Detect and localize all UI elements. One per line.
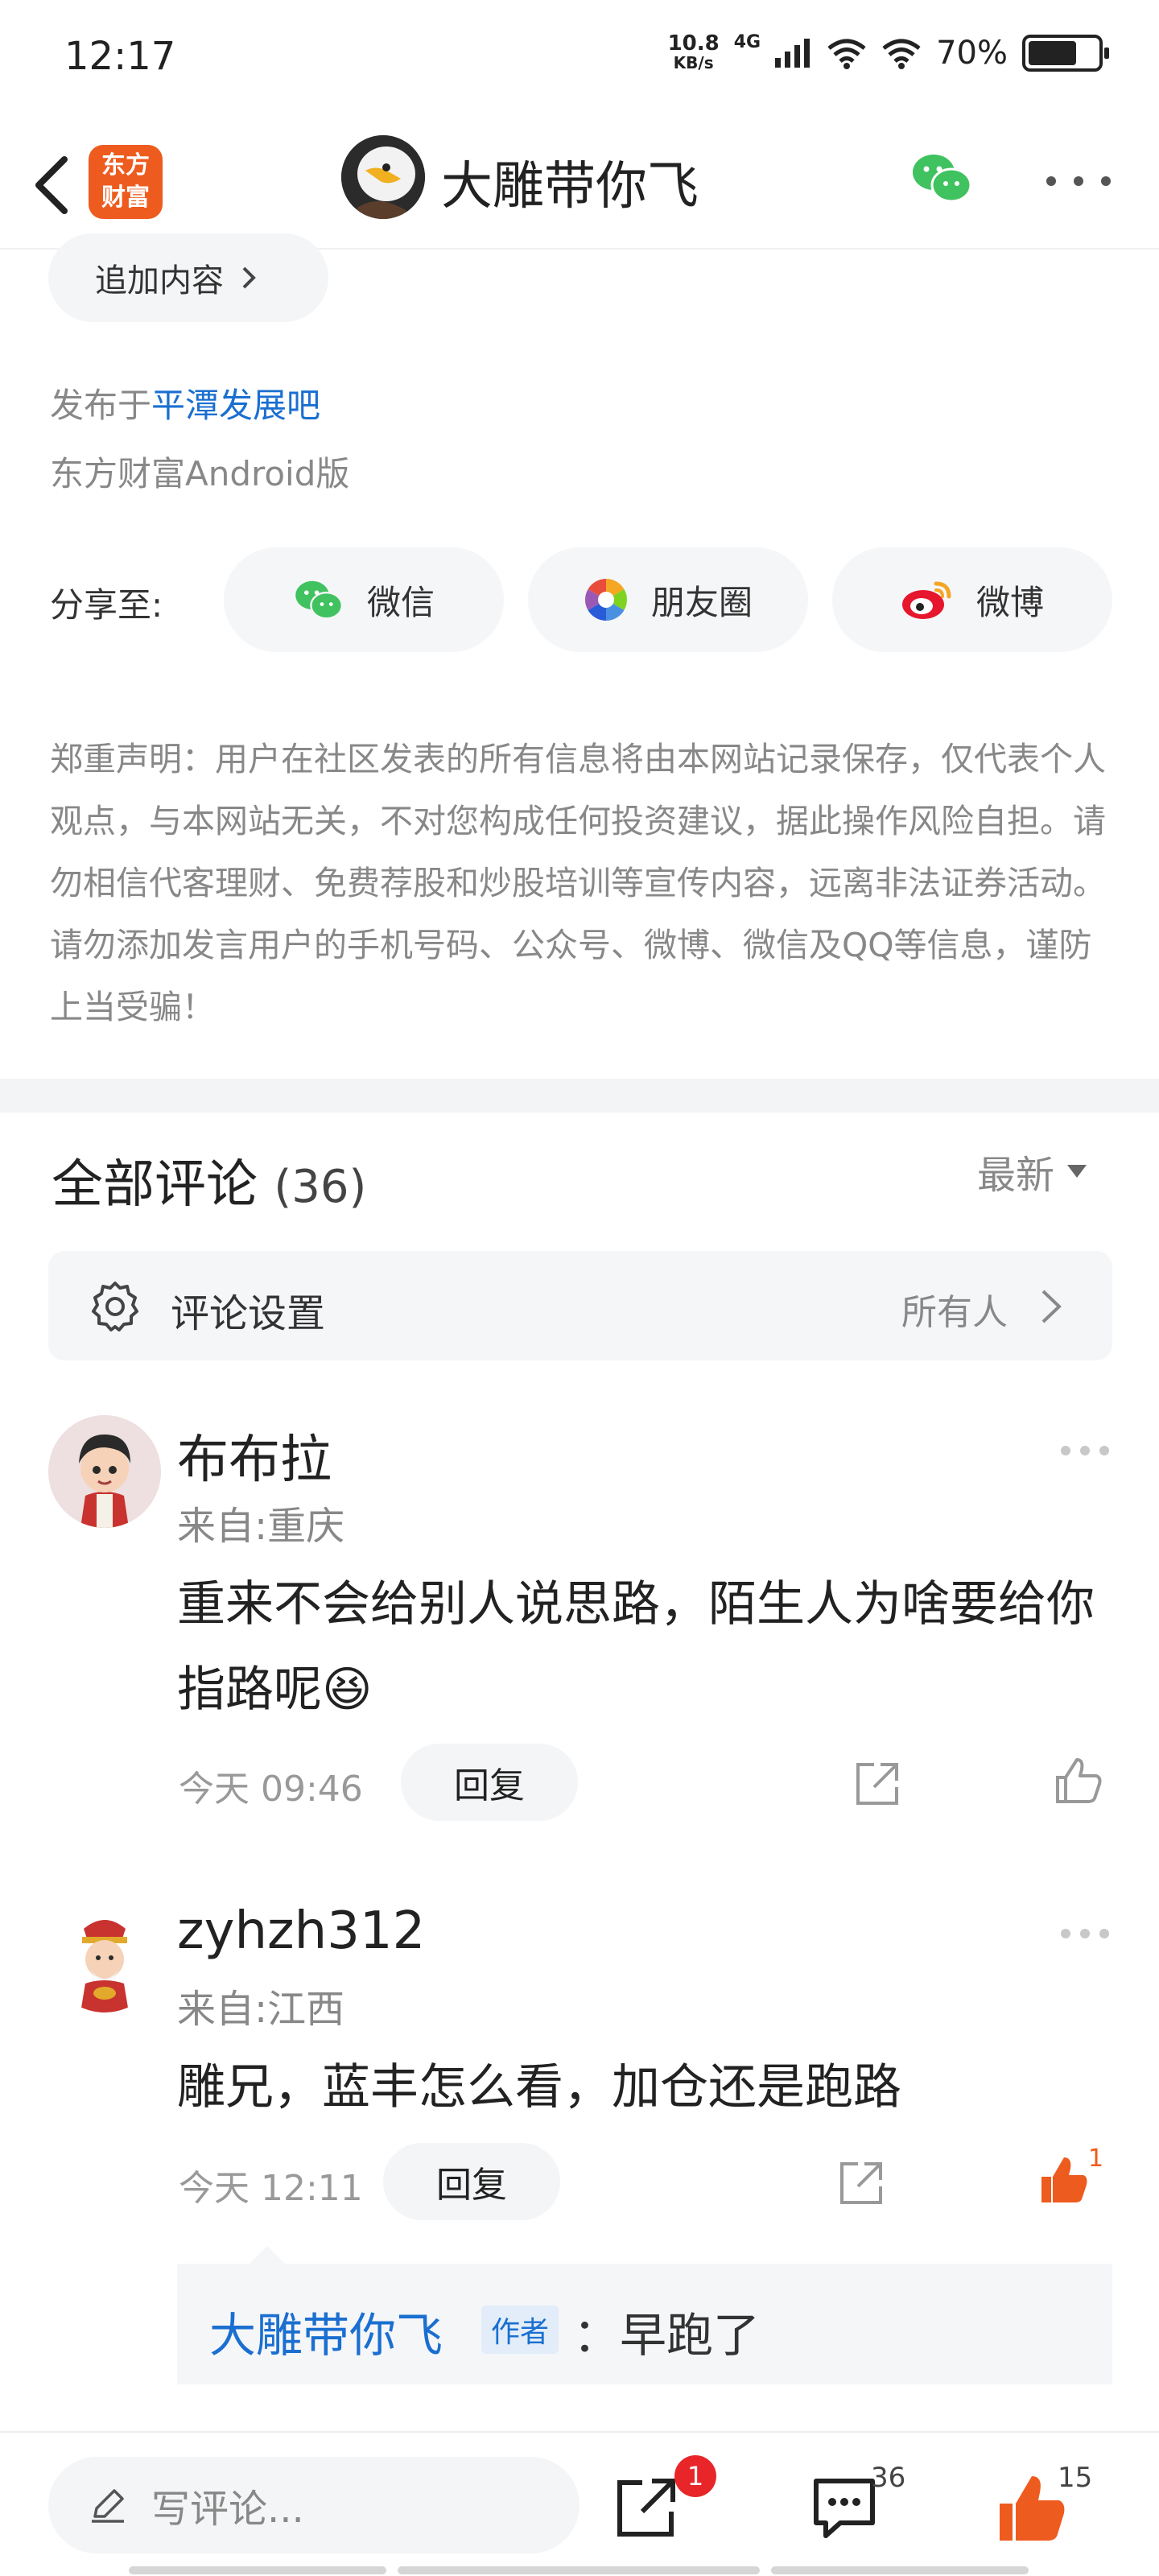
like-count: 15	[1058, 2462, 1093, 2494]
commenter-avatar[interactable]	[48, 1900, 161, 2013]
liked-icon[interactable]	[1038, 2154, 1090, 2206]
comment-more-icon[interactable]	[1061, 1446, 1109, 1457]
gear-icon	[92, 1282, 138, 1331]
commenter-avatar[interactable]	[48, 1415, 161, 1528]
bottom-action-bar: 写评论...	[0, 2431, 1159, 2576]
chevron-right-icon	[242, 266, 256, 289]
home-indicator	[398, 2566, 760, 2574]
like-icon[interactable]	[995, 2471, 1067, 2544]
forum-link[interactable]: 平潭发展吧	[151, 386, 320, 425]
home-indicator	[771, 2566, 1029, 2574]
share-moments-button[interactable]: 朋友圈	[528, 547, 808, 652]
posted-prefix: 发布于	[50, 386, 152, 425]
app-logo-line1: 东方	[101, 151, 150, 180]
reply-author-name[interactable]: 大雕带你飞	[209, 2297, 443, 2365]
comment-time: 今天 12:11	[179, 2168, 363, 2209]
share-moments-label: 朋友圈	[650, 582, 753, 622]
net-speed-unit: KB/s	[673, 53, 714, 72]
write-comment-input[interactable]: 写评论...	[48, 2457, 580, 2553]
share-badge: 1	[674, 2455, 716, 2497]
app-logo-line2: 财富	[101, 184, 150, 212]
eagle-avatar-image	[341, 135, 425, 219]
sort-dropdown[interactable]: 最新	[977, 1143, 1087, 1199]
author-avatar[interactable]	[341, 135, 425, 219]
home-indicator	[129, 2566, 386, 2574]
author-badge: 作者	[481, 2306, 559, 2354]
share-icon[interactable]	[610, 2471, 683, 2544]
status-icons: 10.8 KB/s 4G 70%	[667, 31, 1109, 72]
wechat-icon[interactable]	[909, 150, 974, 206]
section-divider	[0, 1079, 1159, 1113]
comments-title-label: 全部评论	[52, 1155, 258, 1215]
comment-settings-bar[interactable]: 评论设置 所有人	[48, 1251, 1112, 1360]
net-speed-value: 10.8	[667, 31, 720, 56]
page-title: 大雕带你飞	[441, 157, 699, 217]
share-label: 分享至:	[50, 585, 163, 625]
fortune-god-avatar-image	[48, 1900, 161, 2013]
status-time: 12:17	[64, 34, 176, 79]
battery-icon	[1022, 35, 1109, 72]
comment-text: 雕兄，蓝丰怎么看，加仓还是跑路	[177, 2059, 901, 2116]
wifi-icon-2	[882, 39, 921, 69]
pencil-icon	[92, 2489, 124, 2523]
author-reply-box[interactable]: 大雕带你飞 作者 ：早跑了	[177, 2246, 1112, 2384]
share-wechat-label: 微信	[366, 582, 435, 622]
weibo-icon	[901, 581, 951, 619]
write-comment-placeholder: 写评论...	[151, 2487, 304, 2532]
add-content-label: 追加内容	[95, 262, 224, 299]
platform-label: 东方财富Android版	[50, 454, 350, 493]
network-type: 4G	[733, 31, 761, 52]
signal-icon	[775, 39, 810, 68]
wifi-icon	[827, 39, 866, 69]
share-icon[interactable]	[852, 1758, 903, 1810]
back-arrow-icon[interactable]	[24, 145, 80, 225]
share-weibo-button[interactable]: 微博	[832, 547, 1112, 652]
comments-count: (36)	[274, 1161, 367, 1213]
reply-pointer	[250, 2246, 285, 2264]
app-logo[interactable]: 东方 财富	[89, 145, 163, 219]
sort-label: 最新	[977, 1153, 1055, 1198]
more-icon[interactable]	[1046, 169, 1111, 193]
reply-button[interactable]: 回复	[401, 1744, 578, 1821]
commenter-location: 来自:江西	[177, 1987, 345, 2032]
moments-icon	[585, 579, 627, 621]
comment-settings-label: 评论设置	[171, 1291, 326, 1336]
posted-in-line: 发布于平潭发展吧	[50, 378, 320, 427]
reply-text: ：早跑了	[573, 2308, 761, 2363]
status-bar: 12:17 10.8 KB/s 4G 70%	[0, 0, 1159, 121]
top-nav-bar: 东方 财富 大雕带你飞	[0, 121, 1159, 250]
add-content-button[interactable]: 追加内容	[48, 233, 328, 322]
battery-percent: 70%	[936, 35, 1008, 72]
share-weibo-label: 微博	[975, 582, 1044, 622]
comment-settings-value: 所有人	[901, 1292, 1008, 1333]
comment-more-icon[interactable]	[1061, 1929, 1109, 1940]
wechat-icon	[295, 580, 343, 620]
disclaimer-text: 郑重声明：用户在社区发表的所有信息将由本网站记录保存，仅代表个人观点，与本网站无…	[50, 740, 1106, 1026]
comments-title: 全部评论 (36)	[52, 1143, 366, 1217]
like-icon[interactable]	[1053, 1755, 1104, 1806]
commenter-name[interactable]: 布布拉	[177, 1418, 332, 1492]
comment-icon[interactable]	[808, 2471, 881, 2544]
cartoon-boy-avatar-image	[48, 1415, 161, 1528]
commenter-location: 来自:重庆	[177, 1504, 345, 1549]
share-wechat-button[interactable]: 微信	[224, 547, 504, 652]
triangle-down-icon	[1067, 1165, 1087, 1178]
share-icon[interactable]	[835, 2157, 887, 2209]
comment-text: 重来不会给别人说思路，陌生人为啥要给你指路呢😆	[177, 1576, 1095, 1718]
net-speed: 10.8 KB/s	[667, 31, 720, 72]
comment-time: 今天 09:46	[179, 1769, 363, 1810]
comment-count: 36	[871, 2462, 906, 2494]
chevron-right-icon	[1041, 1290, 1062, 1323]
reply-button[interactable]: 回复	[383, 2143, 560, 2220]
like-count: 1	[1088, 2145, 1104, 2173]
commenter-name[interactable]: zyhzh312	[177, 1901, 425, 1961]
